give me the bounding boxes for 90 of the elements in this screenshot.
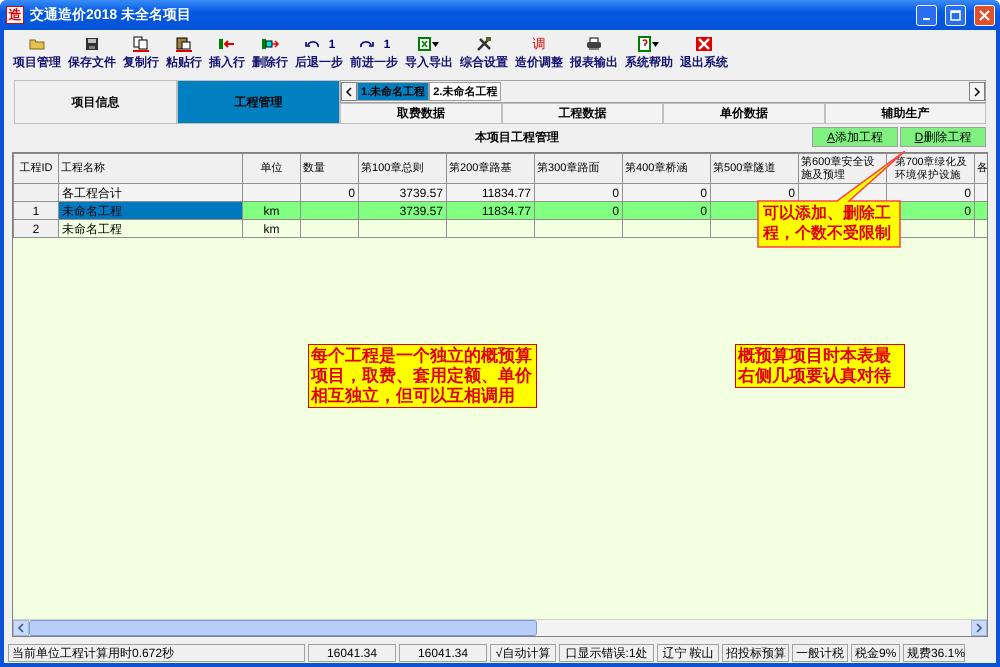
table-cell: 0 xyxy=(534,184,622,202)
toolbar-button[interactable]: 综合设置 xyxy=(460,34,508,76)
toolbar-button[interactable]: 保存文件 xyxy=(68,34,116,76)
toolbar-button[interactable]: 导入导出 xyxy=(405,34,453,76)
maximize-icon xyxy=(950,10,961,20)
chevron-right-icon xyxy=(975,623,983,633)
toolbar-button[interactable]: 退出系统 xyxy=(680,34,728,76)
table-cell: 0 xyxy=(300,184,358,202)
toolbar-button[interactable]: 复制行 xyxy=(123,34,159,76)
toolbar-button[interactable]: 插入行 xyxy=(209,34,245,76)
toolbar-button[interactable]: 粘贴行 xyxy=(166,34,202,76)
table-cell: 各工程合计 xyxy=(58,184,242,202)
toolbar-button[interactable]: 1 后退一步 xyxy=(295,34,343,76)
scroll-left-button[interactable] xyxy=(341,82,357,101)
close-icon xyxy=(979,10,990,20)
column-header[interactable]: 第400章桥涵 xyxy=(622,154,710,184)
spreadsheet-icon xyxy=(418,36,440,52)
close-icon xyxy=(695,36,713,52)
status-field: 口显示错误:1处 xyxy=(559,644,654,662)
column-header[interactable]: 第600章安全设施及预埋 xyxy=(798,154,886,184)
tab[interactable]: 取费数据 xyxy=(340,103,502,124)
tab[interactable]: 工程管理 xyxy=(177,80,340,124)
copy-icon xyxy=(132,36,150,52)
status-field: 规费36.1% xyxy=(903,644,965,662)
horizontal-scrollbar[interactable] xyxy=(13,619,987,636)
table-cell: 未命名工程 xyxy=(58,202,242,220)
minimize-button[interactable] xyxy=(916,4,937,26)
table-cell: 0 xyxy=(710,184,798,202)
tab[interactable]: 辅助生产 xyxy=(824,103,986,124)
project-tab[interactable]: 2.未命名工程 xyxy=(429,82,502,101)
tools-icon xyxy=(475,36,493,52)
status-field: 16041.34 xyxy=(308,644,396,662)
table-cell: 2 xyxy=(14,220,58,238)
column-header[interactable]: 第100章总则 xyxy=(358,154,446,184)
section-button[interactable]: D删除工程 xyxy=(900,127,986,147)
table-cell: 0 xyxy=(534,202,622,220)
column-header[interactable]: 第500章隧道 xyxy=(710,154,798,184)
status-field: 税金9% xyxy=(851,644,900,662)
status-field: 一般计税 xyxy=(792,644,848,662)
tab[interactable]: 单价数据 xyxy=(663,103,824,124)
scroll-right-button[interactable] xyxy=(969,82,985,101)
table-cell: km xyxy=(242,202,300,220)
app-icon: 造 xyxy=(6,6,24,24)
floppy-icon xyxy=(84,36,100,52)
table-cell: 0 xyxy=(886,184,974,202)
table-cell: 未命名工程 xyxy=(58,220,242,238)
chevron-right-icon xyxy=(973,86,981,96)
project-tab[interactable]: 1.未命名工程 xyxy=(357,82,430,101)
section-title: 本项目工程管理 xyxy=(474,128,559,146)
toolbar-button[interactable]: 调 造价调整 xyxy=(515,34,563,76)
clipboard-icon xyxy=(175,36,193,52)
table-cell: 3739.57 xyxy=(358,202,446,220)
minimize-icon xyxy=(923,18,930,20)
table-cell: 11834.77 xyxy=(446,202,534,220)
tab[interactable]: 项目信息 xyxy=(14,80,177,124)
toolbar-button[interactable]: 项目管理 xyxy=(13,34,61,76)
toolbar-button[interactable]: 报表输出 xyxy=(570,34,618,76)
section-button[interactable]: A添加工程 xyxy=(812,127,898,147)
column-header[interactable]: 第300章路面 xyxy=(534,154,622,184)
column-header[interactable]: 工程ID xyxy=(14,154,58,184)
toolbar-button[interactable]: 1 前进一步 xyxy=(350,34,398,76)
status-field: 当前单位工程计算用时0.672秒 xyxy=(8,644,305,662)
table-cell: 0 xyxy=(622,184,710,202)
window-title: 交通造价2018 未全名项目 xyxy=(30,6,192,24)
status-field: 辽宁 鞍山 xyxy=(657,644,719,662)
column-header[interactable]: 数量 xyxy=(300,154,358,184)
table-cell: 11834.77 xyxy=(446,184,534,202)
chevron-left-icon xyxy=(17,623,25,633)
status-field: √自动计算 xyxy=(490,644,556,662)
column-header[interactable]: 单位 xyxy=(242,154,300,184)
close-button[interactable] xyxy=(974,4,995,26)
table-cell: km xyxy=(242,220,300,238)
maximize-button[interactable] xyxy=(945,4,966,26)
note-box: 每个工程是一个独立的概预算项目，取费、套用定额、单价相互独立，但可以互相调用 xyxy=(308,344,537,408)
printer-icon xyxy=(585,36,603,52)
help-icon xyxy=(638,36,660,52)
note-box: 概预算项目时本表最右侧几项要认真对待 xyxy=(735,344,905,388)
status-field: 16041.34 xyxy=(399,644,487,662)
status-field: 招投标预算 xyxy=(722,644,789,662)
column-header[interactable]: 工程名称 xyxy=(58,154,242,184)
toolbar-button[interactable]: 系统帮助 xyxy=(625,34,673,76)
delete-row-icon xyxy=(261,36,279,52)
column-header[interactable]: 第200章路基 xyxy=(446,154,534,184)
table-cell: 3739.57 xyxy=(358,184,446,202)
tab[interactable]: 工程数据 xyxy=(502,103,663,124)
table-cell: 1 xyxy=(14,202,58,220)
table-cell: 0 xyxy=(622,202,710,220)
chevron-left-icon xyxy=(345,86,353,96)
insert-row-icon xyxy=(218,36,236,52)
toolbar-button[interactable]: 删除行 xyxy=(252,34,288,76)
